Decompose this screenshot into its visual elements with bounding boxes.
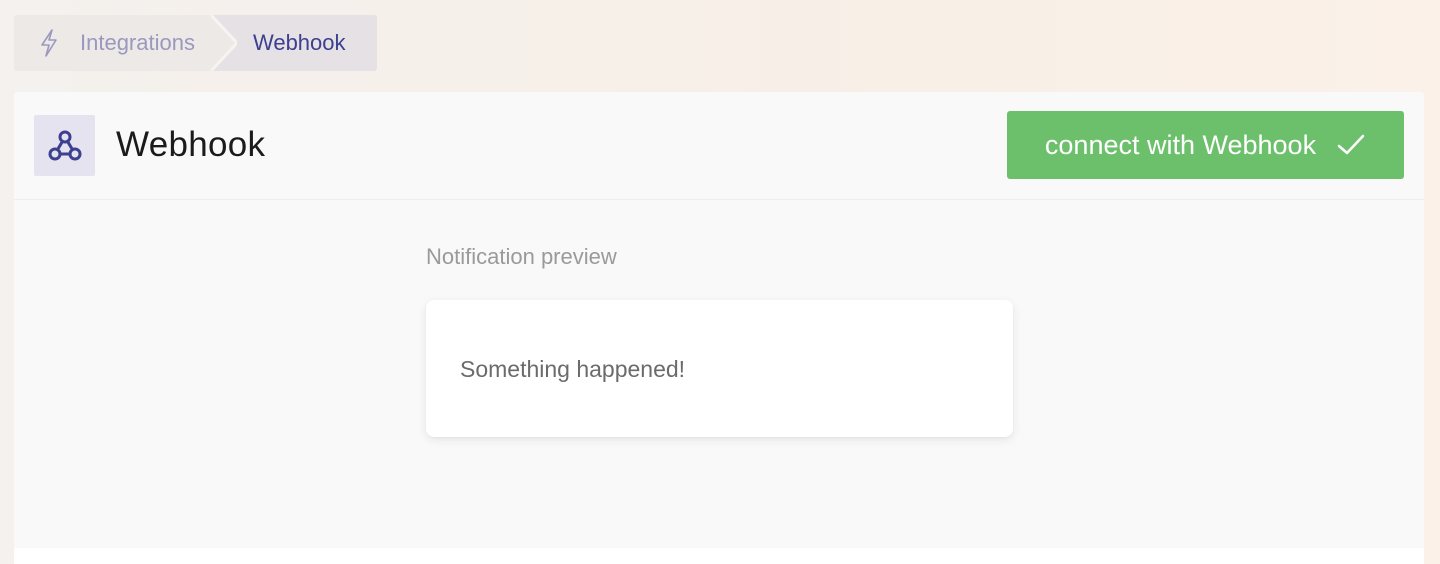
webhook-icon (34, 115, 95, 176)
lightning-bolt-icon (38, 28, 60, 58)
breadcrumb-separator (210, 15, 237, 71)
card-header: Webhook connect with Webhook (14, 92, 1424, 200)
breadcrumb-integrations[interactable]: Integrations (14, 15, 211, 71)
notification-message: Something happened! (460, 356, 686, 382)
breadcrumb: Integrations Webhook (14, 15, 377, 71)
connect-webhook-button[interactable]: connect with Webhook (1007, 111, 1404, 179)
checkmark-icon (1336, 133, 1366, 157)
breadcrumb-integrations-label: Integrations (80, 30, 195, 55)
breadcrumb-webhook: Webhook (236, 15, 377, 71)
breadcrumb-webhook-label: Webhook (252, 30, 346, 55)
card-footer (14, 548, 1424, 564)
connect-button-label: connect with Webhook (1044, 129, 1317, 160)
integration-card: Webhook connect with Webhook Notificatio… (14, 92, 1424, 564)
notification-preview-card: Something happened! (426, 300, 1013, 437)
notification-preview-label: Notification preview (426, 244, 617, 269)
page-title: Webhook (116, 125, 266, 164)
